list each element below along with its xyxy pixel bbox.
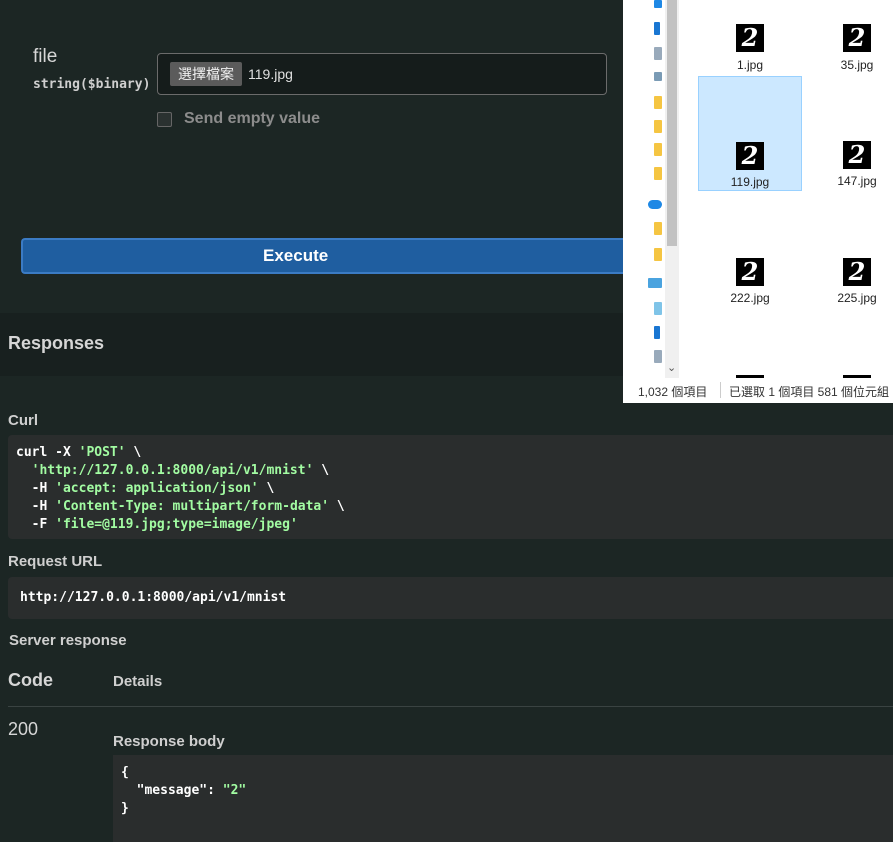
image-thumbnail: 2: [736, 258, 764, 286]
curl-line: -H 'accept: application/json' \: [16, 481, 275, 496]
execute-button[interactable]: Execute: [21, 238, 625, 274]
scroll-down-icon[interactable]: ⌄: [667, 361, 676, 374]
details-column-header: Details: [113, 673, 163, 690]
folder-icon[interactable]: [654, 248, 662, 261]
choose-file-button[interactable]: 選擇檔案: [170, 62, 242, 86]
folder-icon[interactable]: [654, 167, 662, 180]
response-body-label: Response body: [113, 733, 225, 750]
param-type: string($binary): [33, 77, 151, 92]
file-input[interactable]: 選擇檔案 119.jpg: [157, 53, 607, 95]
selected-info: 已選取 1 個項目 581 個位元組: [729, 385, 890, 399]
send-empty-label: Send empty value: [184, 110, 321, 127]
onedrive-icon[interactable]: [648, 200, 662, 209]
folder-icon[interactable]: [654, 120, 662, 133]
image-thumbnail: 2: [843, 258, 871, 286]
curl-code-block[interactable]: curl -X 'POST' \ 'http://127.0.0.1:8000/…: [8, 435, 893, 539]
nav-scrollbar-thumb[interactable]: [667, 0, 677, 246]
status-bar: 1,032 個項目 已選取 1 個項目 581 個位元組: [623, 378, 893, 403]
responses-title: Responses: [8, 333, 105, 353]
send-empty-checkbox[interactable]: [157, 111, 172, 127]
navigation-pane[interactable]: [623, 0, 665, 378]
download-icon[interactable]: [654, 326, 660, 339]
file-name: 225.jpg: [837, 291, 877, 305]
folder-icon[interactable]: [654, 222, 662, 235]
picture-icon[interactable]: [654, 72, 662, 81]
request-url-value[interactable]: http://127.0.0.1:8000/api/v1/mnist: [8, 577, 893, 619]
file-name: 1.jpg: [736, 58, 764, 72]
table-divider: [8, 706, 893, 707]
image-thumbnail: 2: [736, 142, 764, 170]
image-thumbnail: 2: [736, 24, 764, 52]
param-name: file: [33, 46, 58, 67]
document-icon[interactable]: [654, 47, 662, 60]
request-url-label: Request URL: [8, 553, 103, 570]
file-tile[interactable]: 2 225.jpg: [805, 192, 893, 307]
selected-file-name: 119.jpg: [248, 66, 293, 82]
file-name: 222.jpg: [730, 291, 770, 305]
folder-icon[interactable]: [654, 143, 662, 156]
curl-label: Curl: [8, 412, 38, 429]
response-status-code: 200: [8, 719, 39, 739]
file-tile[interactable]: 2 147.jpg: [805, 76, 893, 191]
download-icon[interactable]: [654, 22, 660, 35]
file-name: 119.jpg: [730, 175, 770, 189]
file-name: 35.jpg: [840, 58, 874, 72]
response-body-code-block[interactable]: { "message": "2"}: [113, 755, 893, 842]
file-tile-selected[interactable]: 2 119.jpg: [698, 76, 802, 191]
curl-line: curl -X 'POST' \: [16, 445, 142, 460]
execute-label: Execute: [263, 246, 329, 265]
server-response-label: Server response: [9, 632, 127, 649]
image-thumbnail: 2: [843, 24, 871, 52]
item-count: 1,032 個項目: [638, 385, 708, 399]
file-tile[interactable]: 2 222.jpg: [698, 192, 802, 307]
3d-objects-icon[interactable]: [654, 302, 662, 315]
curl-line: 'http://127.0.0.1:8000/api/v1/mnist' \: [31, 463, 330, 478]
image-thumbnail: 2: [843, 141, 871, 169]
file-name: 147.jpg: [837, 174, 877, 188]
code-column-header: Code: [8, 670, 53, 690]
file-explorer-window[interactable]: ⌄ 2 1.jpg 2 35.jpg 2 119.jpg 2 147.jpg 2…: [623, 0, 893, 403]
status-divider: [720, 382, 721, 398]
folder-icon[interactable]: [654, 96, 662, 109]
this-pc-icon[interactable]: [648, 278, 662, 288]
send-empty-value[interactable]: Send empty value: [157, 110, 320, 128]
curl-line: -H 'Content-Type: multipart/form-data' \: [16, 499, 345, 514]
curl-line: -F 'file=@119.jpg;type=image/jpeg': [16, 517, 298, 532]
document-icon[interactable]: [654, 350, 662, 363]
desktop-icon[interactable]: [654, 0, 662, 8]
